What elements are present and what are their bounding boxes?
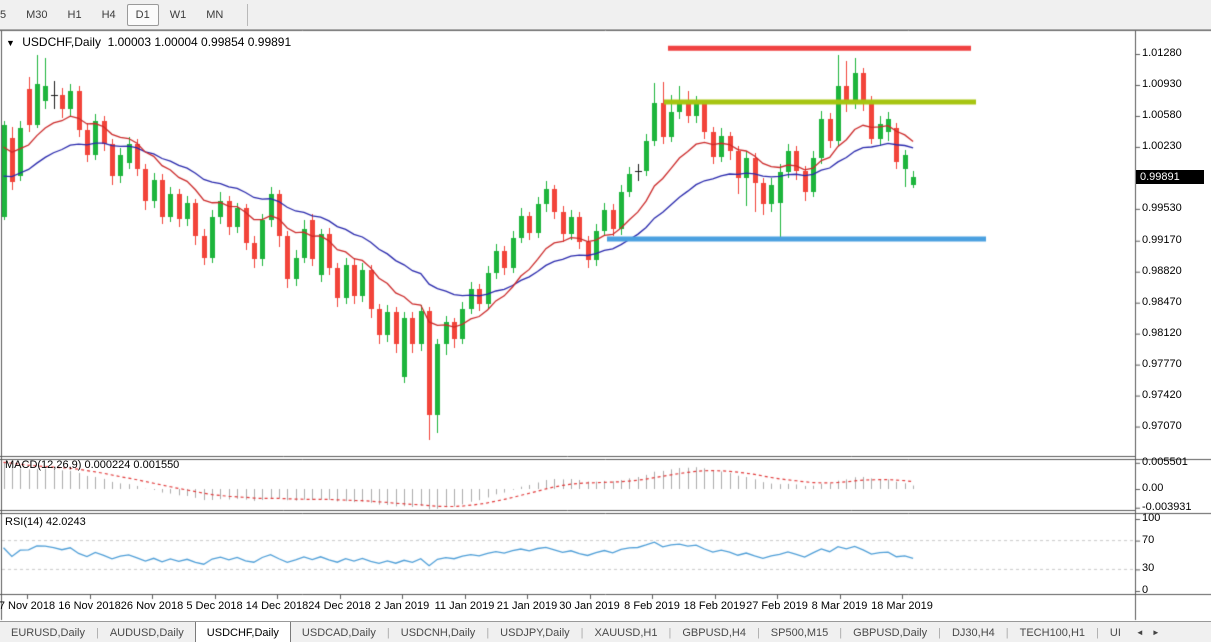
chart-ohlc-values: 1.00003 1.00004 0.99854 0.99891 bbox=[108, 35, 292, 49]
rsi-tick-label: 30 bbox=[1142, 562, 1154, 574]
price-tick-label: 1.00930 bbox=[1142, 78, 1182, 90]
date-tick-label: 14 Dec 2018 bbox=[246, 600, 308, 612]
rsi-tick-label: 0 bbox=[1142, 584, 1148, 596]
tabs-scroll-right-icon[interactable]: ► bbox=[1148, 628, 1164, 642]
date-tick-label: 24 Dec 2018 bbox=[308, 600, 370, 612]
timeframe-button-5[interactable]: 5 bbox=[0, 4, 15, 26]
rsi-indicator-label: RSI(14) bbox=[5, 516, 43, 528]
tab-eurusd-daily[interactable]: EURUSD,Daily bbox=[0, 624, 96, 642]
date-tick-label: 27 Feb 2019 bbox=[746, 600, 808, 612]
price-tick-label: 0.97070 bbox=[1142, 420, 1182, 432]
macd-indicator-values: 0.000224 0.001550 bbox=[84, 459, 179, 471]
date-tick-label: 8 Mar 2019 bbox=[812, 600, 868, 612]
macd-tick-label: -0.003931 bbox=[1142, 501, 1192, 513]
price-tick-label: 0.99530 bbox=[1142, 202, 1182, 214]
tab-gbpusd-daily[interactable]: GBPUSD,Daily bbox=[842, 624, 938, 642]
price-tick-label: 0.98820 bbox=[1142, 265, 1182, 277]
date-tick-label: 8 Feb 2019 bbox=[624, 600, 680, 612]
date-tick-label: 7 Nov 2018 bbox=[0, 600, 55, 612]
price-tick-label: 1.01280 bbox=[1142, 47, 1182, 59]
chart-title-row: ▼ USDCHF,Daily 1.00003 1.00004 0.99854 0… bbox=[6, 35, 291, 49]
rsi-tick-label: 100 bbox=[1142, 512, 1160, 524]
tab-usdjpy-daily[interactable]: USDJPY,Daily bbox=[489, 624, 581, 642]
date-tick-label: 26 Nov 2018 bbox=[121, 600, 183, 612]
tab-usdcad-daily[interactable]: USDCAD,Daily bbox=[291, 624, 387, 642]
timeframe-button-m30[interactable]: M30 bbox=[17, 4, 56, 26]
date-tick-label: 5 Dec 2018 bbox=[186, 600, 242, 612]
date-tick-label: 30 Jan 2019 bbox=[559, 600, 620, 612]
rsi-label-row: RSI(14) 42.0243 bbox=[5, 516, 86, 528]
tab-dj30-h4[interactable]: DJ30,H4 bbox=[941, 624, 1006, 642]
price-tick-label: 0.98470 bbox=[1142, 296, 1182, 308]
timeframe-toolbar: 5M30H1H4D1W1MN bbox=[0, 0, 1211, 30]
current-price-badge: 0.99891 bbox=[1136, 170, 1204, 184]
price-tick-label: 1.00230 bbox=[1142, 140, 1182, 152]
date-tick-label: 18 Feb 2019 bbox=[684, 600, 746, 612]
date-tick-label: 21 Jan 2019 bbox=[497, 600, 558, 612]
chart-dropdown-icon[interactable]: ▼ bbox=[6, 38, 15, 48]
chart-symbol-label: USDCHF,Daily bbox=[22, 35, 101, 49]
toolbar-divider bbox=[247, 4, 248, 26]
macd-tick-label: 0.00 bbox=[1142, 482, 1163, 494]
macd-tick-label: 0.005501 bbox=[1142, 456, 1188, 468]
main-chart-canvas[interactable] bbox=[0, 0, 1211, 642]
price-tick-label: 0.98120 bbox=[1142, 327, 1182, 339]
rsi-tick-label: 70 bbox=[1142, 534, 1154, 546]
date-tick-label: 18 Mar 2019 bbox=[871, 600, 933, 612]
price-tick-label: 1.00580 bbox=[1142, 109, 1182, 121]
price-tick-label: 0.97420 bbox=[1142, 389, 1182, 401]
macd-label-row: MACD(12,26,9) 0.000224 0.001550 bbox=[5, 459, 179, 471]
tab-tech100-h1[interactable]: TECH100,H1 bbox=[1009, 624, 1096, 642]
tab-sp500-m15[interactable]: SP500,M15 bbox=[760, 624, 839, 642]
price-tick-label: 0.97770 bbox=[1142, 358, 1182, 370]
tab-usdchf-daily[interactable]: USDCHF,Daily bbox=[195, 621, 291, 642]
date-tick-label: 16 Nov 2018 bbox=[58, 600, 120, 612]
symbol-tabbar: EURUSD,Daily|AUDUSD,DailyUSDCHF,DailyUSD… bbox=[0, 621, 1211, 642]
timeframe-button-h1[interactable]: H1 bbox=[59, 4, 91, 26]
symbol-tabs: EURUSD,Daily|AUDUSD,DailyUSDCHF,DailyUSD… bbox=[0, 624, 1132, 642]
timeframe-button-d1[interactable]: D1 bbox=[127, 4, 159, 26]
tab-usdcnh-daily[interactable]: USDCNH,Daily bbox=[390, 624, 487, 642]
date-tick-label: 2 Jan 2019 bbox=[375, 600, 429, 612]
macd-indicator-label: MACD(12,26,9) bbox=[5, 459, 81, 471]
tabs-scroll-left-icon[interactable]: ◄ bbox=[1132, 628, 1148, 642]
timeframe-button-w1[interactable]: W1 bbox=[161, 4, 196, 26]
trading-terminal: 5M30H1H4D1W1MN ▼ USDCHF,Daily 1.00003 1.… bbox=[0, 0, 1211, 642]
timeframe-button-h4[interactable]: H4 bbox=[93, 4, 125, 26]
timeframe-button-mn[interactable]: MN bbox=[197, 4, 232, 26]
tab-ui[interactable]: UI bbox=[1099, 624, 1132, 642]
tab-xauusd-h1[interactable]: XAUUSD,H1 bbox=[584, 624, 669, 642]
date-tick-label: 11 Jan 2019 bbox=[435, 600, 495, 612]
tab-audusd-daily[interactable]: AUDUSD,Daily bbox=[99, 624, 195, 642]
tab-gbpusd-h4[interactable]: GBPUSD,H4 bbox=[671, 624, 757, 642]
timeframe-buttons: 5M30H1H4D1W1MN bbox=[0, 4, 233, 26]
rsi-indicator-value: 42.0243 bbox=[46, 516, 86, 528]
price-tick-label: 0.99170 bbox=[1142, 234, 1182, 246]
